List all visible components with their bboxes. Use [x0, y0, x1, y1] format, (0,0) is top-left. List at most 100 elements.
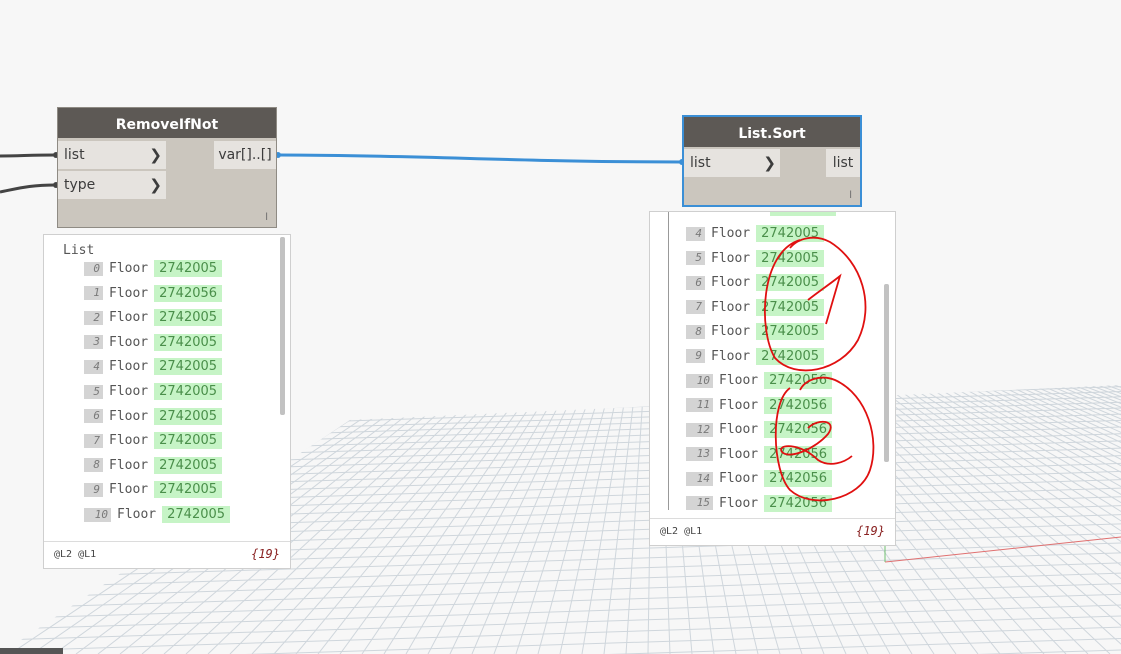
item-name: Floor: [109, 334, 149, 350]
item-name: Floor: [711, 250, 751, 266]
list-item: 12 Floor 2742056: [686, 421, 833, 441]
item-name: Floor: [711, 299, 751, 315]
item-name: Floor: [719, 471, 759, 486]
item-value: 2742005: [154, 432, 223, 450]
item-index: 2: [84, 310, 103, 325]
item-name: Floor: [719, 446, 759, 462]
port-label: list: [690, 155, 711, 171]
item-index: 10: [84, 507, 111, 522]
item-index: 10: [686, 373, 713, 388]
item-index: 14: [686, 471, 713, 486]
item-value: 2742056: [764, 494, 833, 512]
item-index: 6: [686, 275, 705, 290]
list-item: 10 Floor 2742056: [686, 372, 833, 392]
item-name: Floor: [109, 457, 149, 473]
item-value: 2742005: [154, 260, 223, 277]
input-port-list[interactable]: list ❯: [58, 141, 166, 169]
preview-header: List: [63, 243, 95, 258]
item-index: 13: [686, 447, 713, 461]
partial-row: [770, 212, 836, 216]
item-value: 2742056: [764, 445, 833, 463]
list-item: 10 Floor 2742005: [84, 506, 231, 526]
item-index: 1: [84, 286, 103, 301]
item-value: 2742005: [154, 309, 223, 327]
preview-footer: @L2 @L1 {19}: [650, 518, 895, 545]
list-item: 5 Floor 2742005: [686, 249, 825, 270]
scrollbar[interactable]: [884, 284, 889, 462]
list-levels: @L2 @L1: [54, 549, 97, 560]
item-value: 2742005: [154, 456, 223, 474]
item-value: 2742056: [764, 396, 833, 414]
item-index: 12: [686, 422, 713, 437]
list-item: 11 Floor 2742056: [686, 396, 833, 417]
wire-input-type[interactable]: [0, 183, 57, 194]
item-value: 2742005: [162, 506, 231, 523]
input-port-type[interactable]: type ❯: [58, 171, 166, 199]
item-name: Floor: [109, 433, 149, 449]
item-index: 7: [686, 300, 705, 314]
lacing-indicator[interactable]: l: [849, 190, 852, 201]
item-name: Floor: [109, 359, 149, 375]
item-name: Floor: [109, 482, 149, 498]
item-value: 2742005: [756, 298, 825, 316]
list-item: 4 Floor 2742005: [686, 225, 825, 245]
list-item: 8 Floor 2742005: [686, 323, 825, 343]
wire-removeifnot-to-sort[interactable]: [277, 153, 683, 164]
list-item: 0 Floor 2742005: [84, 260, 223, 280]
chevron-right-icon: ❯: [763, 154, 776, 172]
item-name: Floor: [719, 495, 759, 511]
item-name: Floor: [109, 310, 149, 326]
item-count: {19}: [251, 547, 280, 561]
tree-line: [668, 212, 669, 510]
item-name: Floor: [109, 261, 149, 276]
item-name: Floor: [117, 507, 157, 522]
item-index: 9: [686, 349, 705, 363]
workspace-canvas[interactable]: RemoveIfNot list ❯ type ❯ var[]..[] l Li…: [0, 0, 1121, 654]
item-index: 5: [686, 251, 705, 265]
node-title[interactable]: List.Sort: [684, 117, 860, 147]
list-item: 6 Floor 2742005: [686, 274, 825, 294]
item-value: 2742005: [154, 333, 223, 351]
preview-footer: @L2 @L1 {19}: [44, 541, 290, 568]
item-index: 7: [84, 433, 103, 448]
item-name: Floor: [711, 324, 751, 339]
item-value: 2742005: [154, 481, 223, 499]
item-name: Floor: [109, 285, 149, 301]
item-value: 2742005: [154, 358, 223, 376]
input-port-list[interactable]: list ❯: [684, 149, 780, 177]
item-index: 15: [686, 496, 713, 510]
port-label: type: [64, 177, 96, 193]
node-title[interactable]: RemoveIfNot: [58, 108, 276, 138]
list-item: 7 Floor 2742005: [686, 298, 825, 319]
list-item: 6 Floor 2742005: [84, 407, 223, 428]
output-port-list[interactable]: list: [826, 149, 860, 177]
item-value: 2742005: [756, 323, 825, 340]
item-index: 0: [84, 261, 103, 276]
list-item: 5 Floor 2742005: [84, 383, 223, 403]
item-index: 5: [84, 384, 103, 399]
item-value: 2742056: [764, 421, 833, 438]
preview-bubble-removeifnot[interactable]: List 0 Floor 2742005 1 Floor 2742056 2 Floor 274…: [43, 234, 291, 569]
preview-bubble-list-sort[interactable]: 4 Floor 2742005 5 Floor 2742005 6 Floor 2742005 7…: [649, 211, 896, 546]
scrollbar[interactable]: [280, 237, 285, 415]
item-name: Floor: [711, 348, 751, 364]
item-name: Floor: [109, 384, 149, 399]
item-name: Floor: [719, 397, 759, 413]
wire-input-list[interactable]: [0, 153, 57, 158]
list-item: 7 Floor 2742005: [84, 432, 223, 452]
bottom-bar-stub: [0, 648, 63, 654]
item-name: Floor: [719, 422, 759, 437]
lacing-indicator[interactable]: l: [265, 212, 268, 223]
output-port-var[interactable]: var[]..[]: [214, 141, 276, 169]
node-removeifnot[interactable]: RemoveIfNot list ❯ type ❯ var[]..[] l: [57, 107, 277, 228]
item-value: 2742005: [154, 407, 223, 425]
item-value: 2742056: [154, 284, 223, 302]
item-name: Floor: [109, 408, 149, 424]
node-list-sort[interactable]: List.Sort list ❯ list l: [682, 115, 862, 207]
item-index: 3: [84, 335, 103, 350]
item-index: 9: [84, 482, 103, 497]
item-value: 2742005: [756, 225, 825, 242]
chevron-right-icon: ❯: [149, 146, 162, 164]
list-levels: @L2 @L1: [660, 526, 703, 537]
item-count: {19}: [856, 524, 885, 538]
